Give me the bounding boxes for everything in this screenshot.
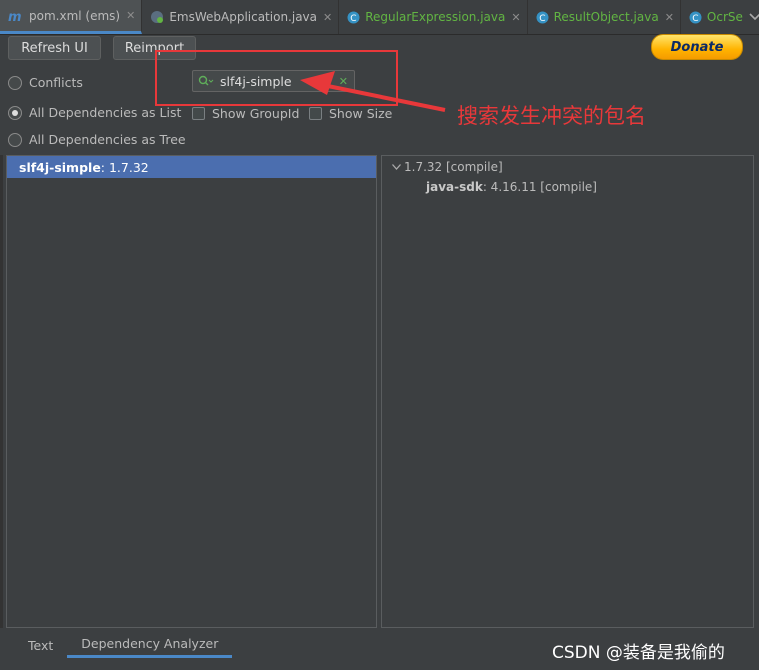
dependency-tree-panel: 1.7.32 [compile] java-sdk : 4.16.11 [com… — [381, 155, 754, 628]
tree-node-label: 1.7.32 [compile] — [404, 160, 503, 174]
dependency-list-panel: slf4j-simple : 1.7.32 — [6, 155, 377, 628]
dependency-name: slf4j-simple — [19, 159, 101, 175]
chevron-down-icon[interactable] — [388, 162, 404, 173]
window-edge — [0, 155, 3, 628]
dependency-version: : 1.7.32 — [100, 159, 149, 175]
dependency-detail: : 4.16.11 [compile] — [482, 180, 597, 194]
list-item[interactable]: slf4j-simple : 1.7.32 — [7, 156, 376, 178]
tab-dependency-analyzer[interactable]: Dependency Analyzer — [67, 632, 233, 658]
watermark: CSDN @装备是我偷的 — [552, 643, 725, 663]
annotation-text: 搜索发生冲突的包名 — [457, 104, 646, 128]
tree-node[interactable]: java-sdk : 4.16.11 [compile] — [382, 177, 753, 197]
tab-text[interactable]: Text — [0, 632, 67, 658]
dependency-name: java-sdk — [426, 180, 483, 194]
tree-node[interactable]: 1.7.32 [compile] — [382, 157, 753, 177]
